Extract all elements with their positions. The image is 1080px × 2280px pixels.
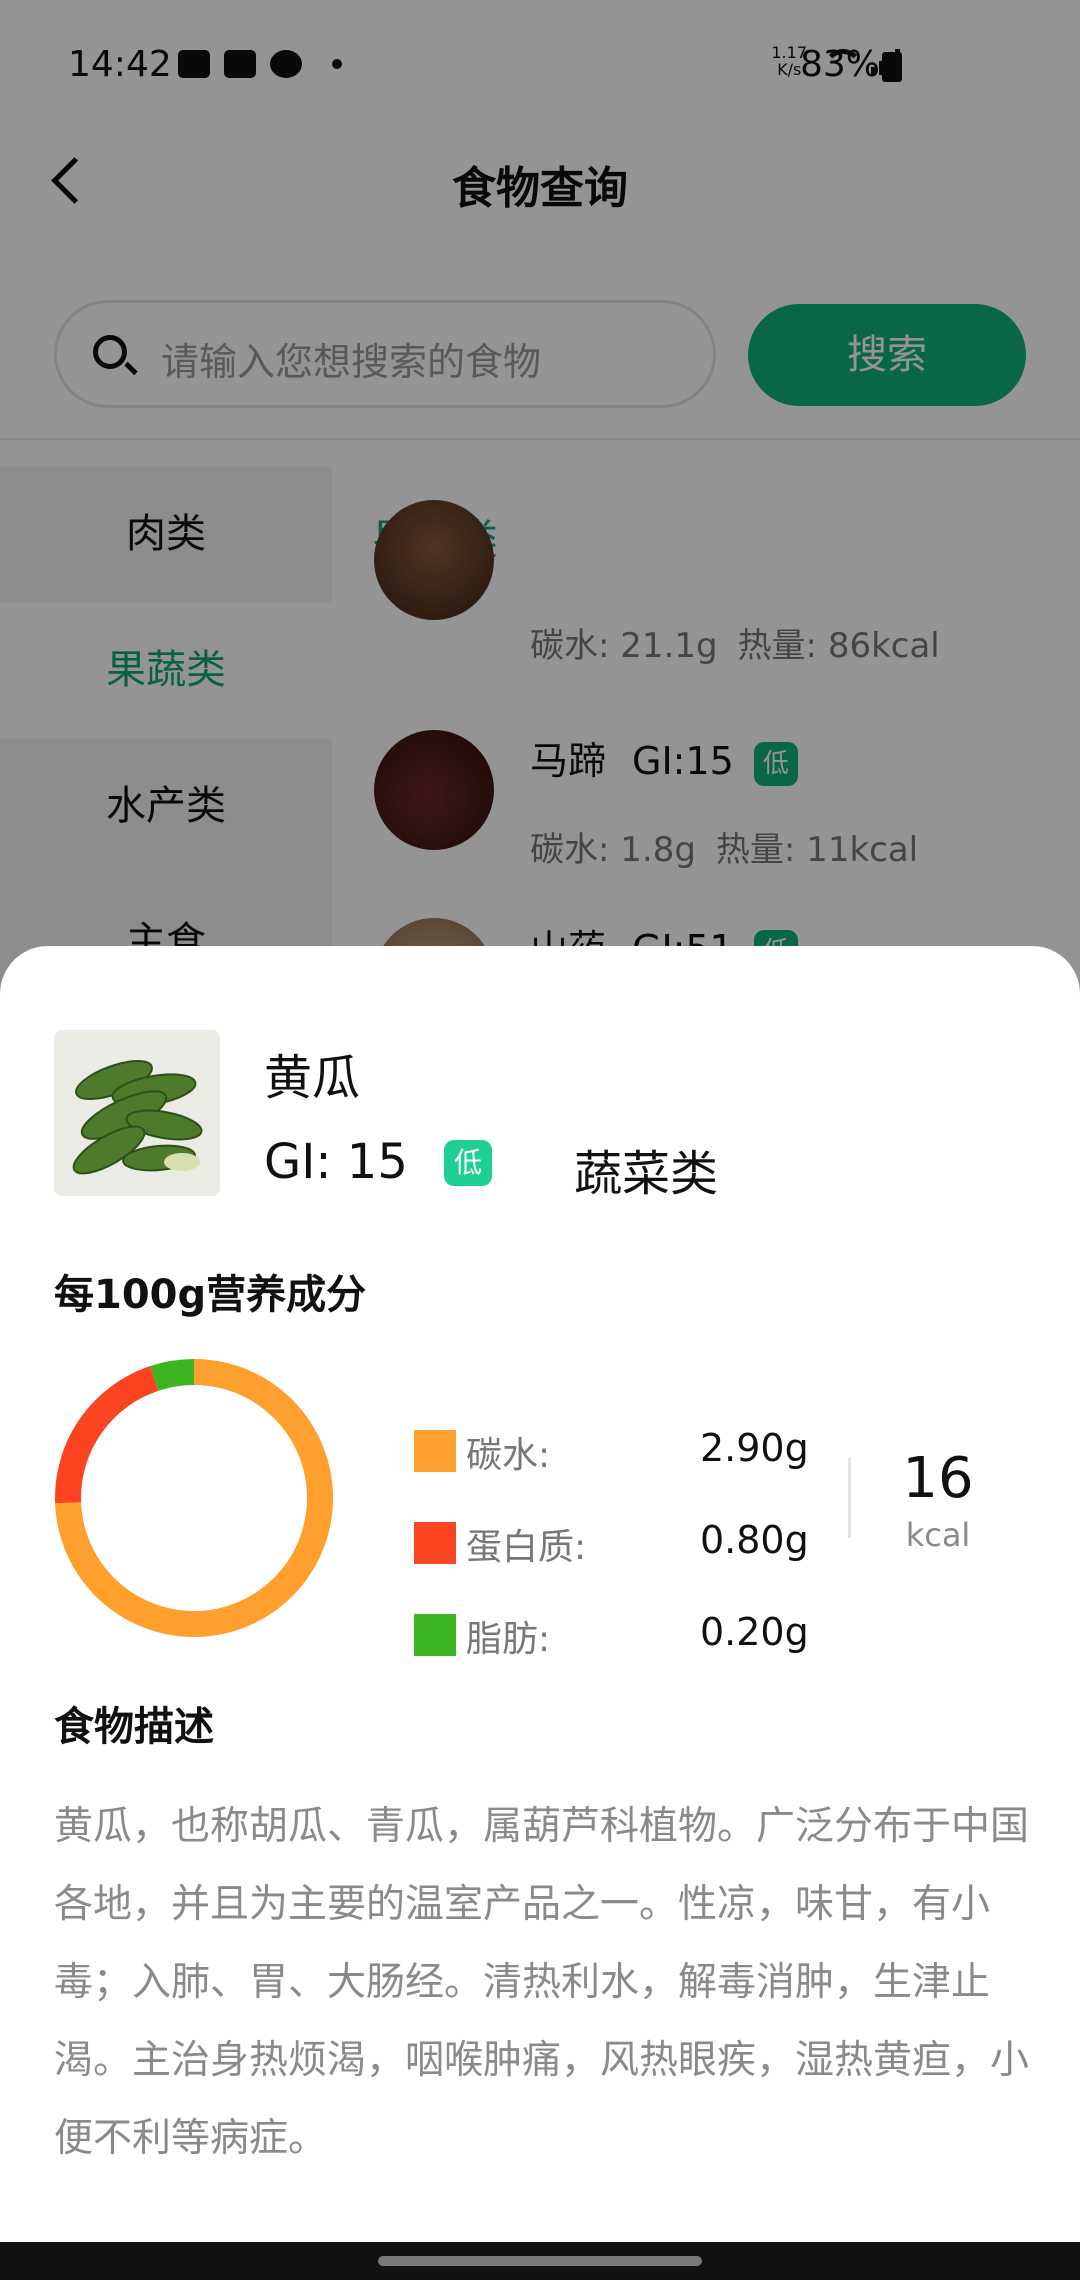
nutrient-label: 脂肪:: [466, 1619, 551, 1660]
kcal-unit: kcal: [905, 1516, 971, 1554]
description-title: 食物描述: [54, 1704, 214, 1750]
system-nav-bar: [0, 2242, 1080, 2280]
nutrient-label: 碳水:: [466, 1435, 551, 1476]
food-detail-sheet: 黄瓜 GI: 15 低 蔬菜类 每100g营养成分 碳水: 2.90g 蛋白质:…: [0, 946, 1080, 2242]
nutrition-donut-chart: [55, 1359, 333, 1637]
nutrient-label: 蛋白质:: [466, 1527, 587, 1568]
nutrient-value: 0.20g: [700, 1610, 809, 1654]
food-gi-value: GI: 15: [264, 1134, 408, 1190]
food-image: [54, 1030, 220, 1196]
gi-level-tag: 低: [444, 1140, 492, 1186]
food-description: 黄瓜，也称胡瓜、青瓜，属葫芦科植物。广泛分布于中国各地，并且为主要的温室产品之一…: [54, 1804, 1030, 2161]
nutrition-title: 每100g营养成分: [54, 1272, 367, 1318]
kcal-divider: [848, 1458, 851, 1538]
legend-swatch: [414, 1522, 456, 1564]
nutrient-row-carb: 碳水: 2.90g: [414, 1418, 834, 1478]
nutrient-row-protein: 蛋白质: 0.80g: [414, 1510, 834, 1570]
legend-swatch: [414, 1614, 456, 1656]
food-name: 黄瓜: [264, 1050, 361, 1106]
kcal-value: 16: [902, 1446, 974, 1511]
food-category: 蔬菜类: [574, 1146, 719, 1202]
nutrient-value: 2.90g: [700, 1426, 809, 1470]
nutrient-value: 0.80g: [700, 1518, 809, 1562]
home-indicator[interactable]: [378, 2256, 702, 2266]
nutrient-row-fat: 脂肪: 0.20g: [414, 1602, 834, 1662]
legend-swatch: [414, 1430, 456, 1472]
